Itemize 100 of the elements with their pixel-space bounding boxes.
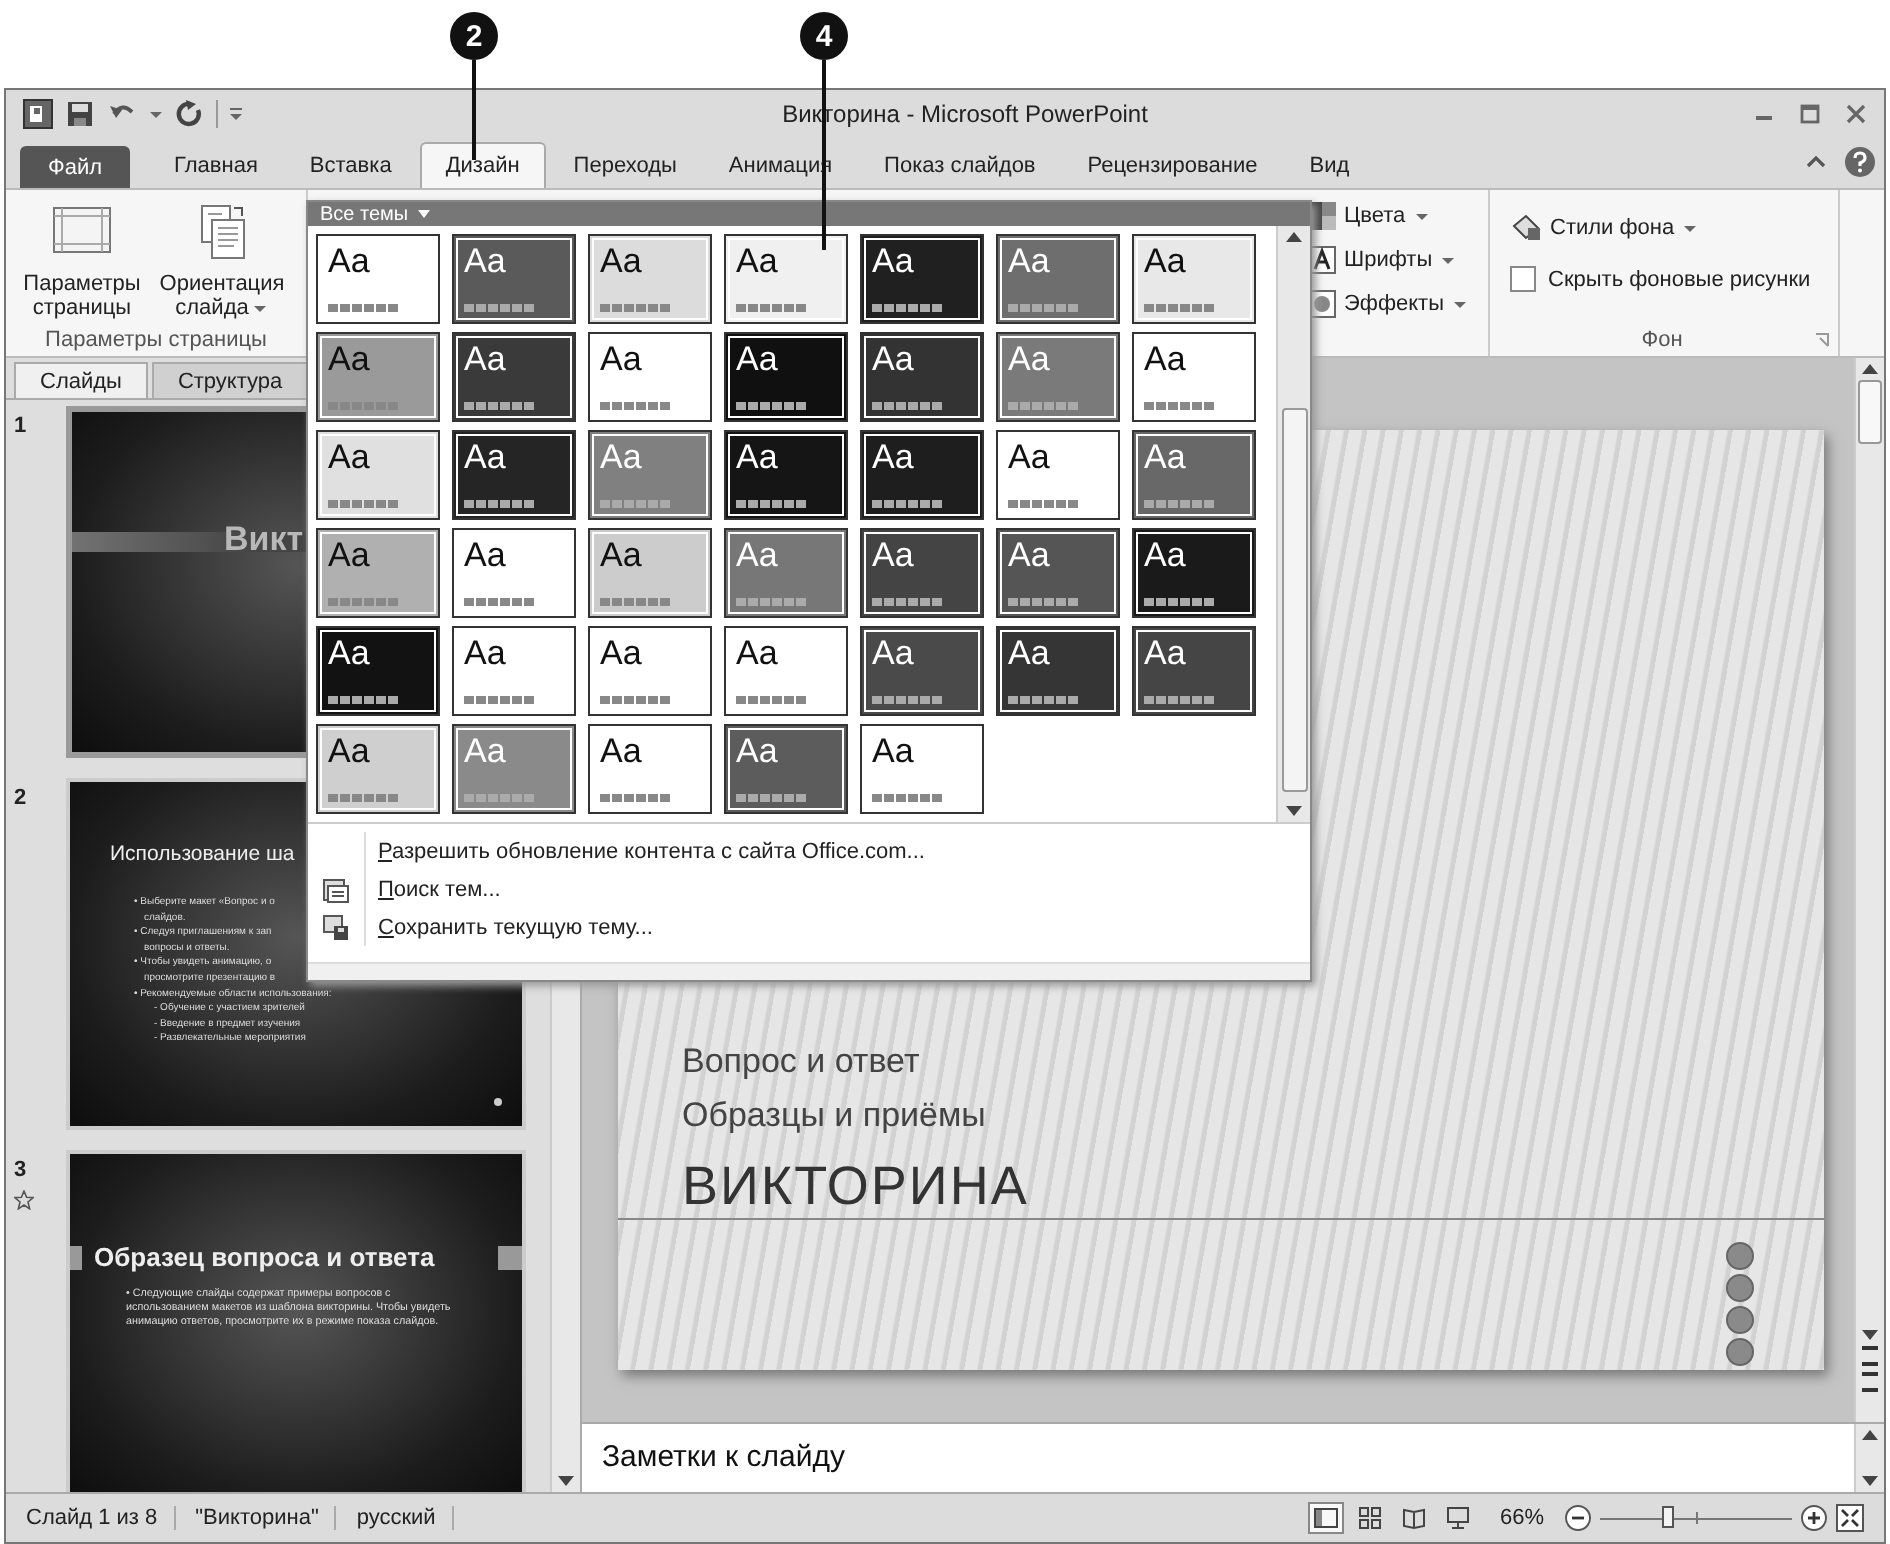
theme-thumbnail[interactable]: Aa: [588, 724, 712, 814]
theme-thumbnail[interactable]: Aa: [1132, 234, 1256, 324]
repeat-icon[interactable]: [174, 97, 206, 129]
zoom-out-icon[interactable]: [1564, 1504, 1592, 1532]
ribbon-tab[interactable]: Переходы: [549, 142, 701, 188]
paint-bucket-icon: [1510, 212, 1542, 244]
theme-thumbnail[interactable]: Aa: [860, 724, 984, 814]
help-icon[interactable]: [1844, 146, 1876, 178]
theme-thumbnail[interactable]: Aa: [1132, 430, 1256, 520]
theme-thumbnail[interactable]: Aa: [452, 528, 576, 618]
theme-thumbnail[interactable]: Aa: [1132, 332, 1256, 422]
callout-number: 2: [450, 12, 498, 60]
scrollbar[interactable]: [1854, 358, 1884, 1422]
theme-thumbnail[interactable]: Aa: [316, 332, 440, 422]
dots-drawing: [1724, 1240, 1756, 1368]
ribbon-tab[interactable]: Вставка: [285, 142, 416, 188]
panel-tab[interactable]: Слайды: [14, 362, 148, 398]
app-icon[interactable]: [22, 97, 54, 129]
leader-line: [472, 60, 476, 160]
checkbox[interactable]: [1510, 266, 1536, 292]
dialog-launcher-icon[interactable]: [1814, 332, 1830, 348]
theme-thumbnail[interactable]: Aa: [996, 332, 1120, 422]
ribbon-tab[interactable]: Главная: [150, 142, 282, 188]
theme-thumbnail[interactable]: Aa: [860, 332, 984, 422]
theme-thumbnail[interactable]: Aa: [588, 332, 712, 422]
status-text: Слайд 1 из 8: [14, 1506, 176, 1530]
view-button[interactable]: [1307, 1502, 1344, 1534]
caret-icon: [1682, 220, 1699, 236]
theme-thumbnail[interactable]: Aa: [588, 430, 712, 520]
ribbon-tab[interactable]: Рецензирование: [1063, 142, 1282, 188]
theme-thumbnail[interactable]: Aa: [860, 528, 984, 618]
theme-thumbnail[interactable]: Aa: [1132, 626, 1256, 716]
group-label: Параметры страницы: [43, 328, 269, 352]
theme-thumbnail[interactable]: Aa: [860, 626, 984, 716]
group-label: Фон: [1639, 328, 1685, 352]
theme-thumbnail[interactable]: Aa: [996, 234, 1120, 324]
panel-tab[interactable]: Структура: [151, 362, 309, 398]
theme-thumbnail[interactable]: Aa: [316, 430, 440, 520]
slide-subtitle: Вопрос и ответ: [682, 1040, 922, 1084]
resize-grip[interactable]: [308, 962, 1310, 980]
notes-field[interactable]: Заметки к слайду: [582, 1424, 1854, 1492]
slide-title: Использование ша: [110, 842, 295, 866]
star-icon: [14, 1190, 34, 1210]
folder-icon: [322, 875, 350, 903]
slide-number: 2: [14, 786, 27, 810]
scrollbar[interactable]: [1276, 226, 1310, 822]
theme-thumbnail[interactable]: Aa: [316, 234, 440, 324]
ribbon-tab[interactable]: Дизайн: [419, 142, 546, 188]
theme-thumbnail[interactable]: Aa: [860, 430, 984, 520]
file-tab[interactable]: Файл: [20, 146, 131, 188]
slide-subtitle: Образцы и приёмы: [682, 1094, 988, 1138]
theme-thumbnail[interactable]: Aa: [452, 234, 576, 324]
theme-thumbnail[interactable]: Aa: [588, 234, 712, 324]
theme-thumbnail[interactable]: Aa: [452, 332, 576, 422]
edge-bar: [70, 1245, 82, 1269]
menu-item[interactable]: Сохранить текущую тему...: [308, 908, 1310, 946]
caret-icon: [1452, 296, 1469, 312]
ribbon-button[interactable]: Параметры страницы: [14, 196, 150, 328]
checkbox-label: Скрыть фоновые рисунки: [1548, 267, 1811, 291]
theme-thumbnail[interactable]: Aa: [588, 528, 712, 618]
zoom-level[interactable]: 66%: [1499, 1506, 1544, 1530]
caret-icon: [252, 300, 269, 317]
callout-number: 4: [800, 12, 848, 60]
theme-thumbnail[interactable]: Aa: [724, 332, 848, 422]
theme-thumbnail[interactable]: Aa: [316, 626, 440, 716]
theme-thumbnail[interactable]: Aa: [996, 626, 1120, 716]
caret-icon: [416, 206, 433, 222]
menu-item[interactable]: Поиск тем...: [308, 870, 1310, 908]
theme-thumbnail[interactable]: Aa: [724, 528, 848, 618]
theme-thumbnail[interactable]: Aa: [996, 528, 1120, 618]
menu-item[interactable]: Разрешить обновление контента с сайта Office.com...: [308, 832, 1310, 870]
zoom-in-icon[interactable]: [1800, 1504, 1828, 1532]
ribbon-button[interactable]: Ориентация слайда: [154, 196, 290, 328]
caret-icon: [1440, 252, 1457, 268]
save-icon: [322, 913, 350, 941]
theme-thumbnail[interactable]: Aa: [316, 724, 440, 814]
ribbon-tab[interactable]: Показ слайдов: [860, 142, 1060, 188]
gallery-header: Все темы: [308, 202, 1310, 226]
fit-window-icon[interactable]: [1836, 1504, 1864, 1532]
theme-thumbnail[interactable]: Aa: [316, 528, 440, 618]
save-icon[interactable]: [64, 97, 96, 129]
theme-thumbnail[interactable]: Aa: [724, 724, 848, 814]
slide-number: 3: [14, 1158, 27, 1182]
slide-title: Образец вопроса и ответа: [94, 1242, 435, 1272]
ribbon-tab[interactable]: Вид: [1285, 142, 1374, 188]
maximize-icon[interactable]: [1798, 101, 1822, 125]
theme-thumbnail[interactable]: Aa: [996, 430, 1120, 520]
close-icon[interactable]: [1844, 101, 1868, 125]
theme-thumbnail[interactable]: Aa: [724, 626, 848, 716]
theme-thumbnail[interactable]: Aa: [452, 430, 576, 520]
theme-thumbnail[interactable]: Aa: [452, 626, 576, 716]
theme-thumbnail[interactable]: Aa: [724, 234, 848, 324]
status-text: русский: [344, 1506, 454, 1530]
theme-thumbnail[interactable]: Aa: [724, 430, 848, 520]
status-text: "Викторина": [183, 1506, 337, 1530]
background-styles-button[interactable]: Стили фона: [1510, 210, 1830, 246]
theme-thumbnail[interactable]: Aa: [860, 234, 984, 324]
theme-thumbnail[interactable]: Aa: [588, 626, 712, 716]
theme-thumbnail[interactable]: Aa: [1132, 528, 1256, 618]
customize-icon[interactable]: [228, 105, 244, 121]
